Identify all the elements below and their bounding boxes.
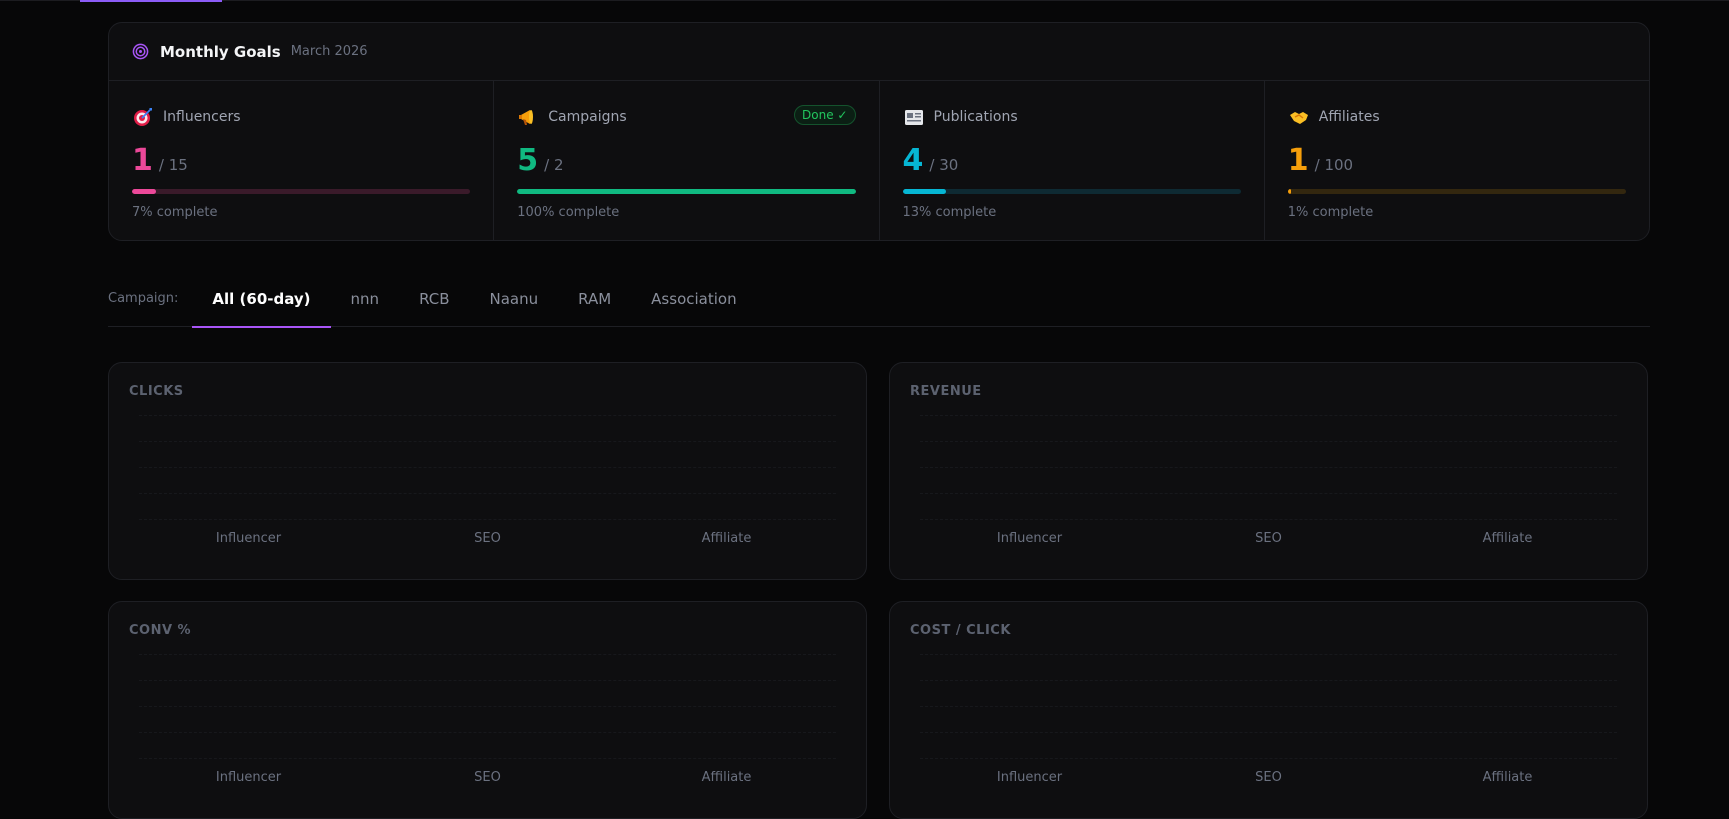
chart-gridline — [139, 441, 836, 442]
chart-gridline — [139, 654, 836, 655]
goal-target-value: / 100 — [1314, 156, 1354, 174]
chart-gridline — [920, 441, 1617, 442]
chart-gridline — [920, 758, 1617, 759]
campaign-tabs: Campaign: All (60-day) nnn RCB Naanu RAM… — [108, 271, 1650, 328]
tab-all-60-day[interactable]: All (60-day) — [192, 271, 331, 328]
chart-gridline — [920, 732, 1617, 733]
x-axis-label: Affiliate — [701, 531, 752, 546]
revenue-chart-card: REVENUE Influencer SEO Affiliate — [889, 362, 1648, 580]
monthly-goals-card: Monthly Goals March 2026 Influencers 1 /… — [108, 22, 1650, 241]
campaign-label: Campaign: — [108, 291, 179, 306]
dashboard-content: Monthly Goals March 2026 Influencers 1 /… — [108, 22, 1650, 819]
goal-label: Publications — [933, 109, 1018, 125]
x-axis-label: Influencer — [215, 531, 282, 546]
goal-current-value: 1 — [132, 143, 153, 178]
goal-progress-fill — [132, 189, 156, 194]
goal-progress-fill — [1287, 189, 1292, 194]
chart-gridline — [139, 493, 836, 494]
goal-progress-bar — [132, 189, 471, 194]
goal-label: Affiliates — [1318, 109, 1380, 125]
cost-per-click-chart-card: COST / CLICK Influencer SEO Affiliate — [889, 601, 1648, 819]
x-axis-label: Influencer — [996, 531, 1063, 546]
nav-active-indicator — [80, 0, 222, 2]
tab-ram[interactable]: RAM — [558, 271, 631, 327]
clicks-chart-card: CLICKS Influencer SEO Affiliate — [108, 362, 867, 580]
x-axis-label: Affiliate — [1482, 531, 1533, 546]
goal-label: Campaigns — [548, 109, 627, 125]
goal-progress-bar — [902, 189, 1241, 194]
conv-percent-chart-card: CONV % Influencer SEO Affiliate — [108, 601, 867, 819]
goal-progress-bar — [517, 189, 856, 194]
goal-label: Influencers — [163, 109, 241, 125]
handshake-icon — [1289, 112, 1308, 124]
chart-gridline — [139, 415, 836, 416]
chart-gridline — [920, 415, 1617, 416]
chart-gridline — [139, 732, 836, 733]
done-badge: Done ✓ — [794, 105, 856, 125]
goal-target-value: / 15 — [158, 156, 188, 174]
chart-gridline — [920, 680, 1617, 681]
tab-nnn[interactable]: nnn — [331, 271, 400, 327]
goals-title: Monthly Goals — [160, 42, 281, 61]
goal-complete-text: 13% complete — [902, 205, 997, 220]
goal-current-value: 4 — [902, 143, 924, 178]
x-axis-label: SEO — [1255, 531, 1282, 546]
chart-gridline — [920, 654, 1617, 655]
goals-date: March 2026 — [290, 44, 368, 59]
chart-gridline — [139, 467, 836, 468]
goal-influencers: Influencers 1 / 15 7% complete — [109, 81, 493, 240]
metric-title: CLICKS — [129, 384, 184, 399]
goal-complete-text: 7% complete — [132, 205, 218, 220]
chart-gridline — [139, 706, 836, 707]
goal-target-value: / 30 — [929, 156, 959, 174]
chart-gridline — [139, 680, 836, 681]
goal-publications: Publications 4 / 30 13% complete — [878, 81, 1264, 240]
goal-progress-fill — [517, 189, 856, 194]
goals-row: Influencers 1 / 15 7% complete Campaigns… — [109, 81, 1649, 240]
chart-gridline — [920, 706, 1617, 707]
dart-target-icon — [134, 108, 152, 126]
metrics-grid: CLICKS Influencer SEO Affiliate REVENUE … — [108, 362, 1650, 819]
goal-target-value: / 2 — [544, 156, 564, 174]
chart-gridline — [139, 519, 836, 520]
tab-rcb[interactable]: RCB — [399, 271, 469, 327]
goal-progress-fill — [902, 189, 947, 194]
goal-affiliates: Affiliates 1 / 100 1% complete — [1263, 81, 1649, 240]
goal-progress-bar — [1287, 189, 1626, 194]
tab-naanu[interactable]: Naanu — [470, 271, 559, 327]
chart-gridline — [139, 758, 836, 759]
chart-gridline — [920, 493, 1617, 494]
chart-gridline — [920, 467, 1617, 468]
goal-campaigns: Campaigns Done ✓ 5 / 2 100% complete — [493, 81, 878, 240]
x-axis-label: SEO — [474, 531, 501, 546]
chart-gridline — [920, 519, 1617, 520]
goal-current-value: 5 — [517, 143, 539, 178]
metric-title: CONV % — [129, 623, 192, 638]
megaphone-icon — [519, 110, 534, 125]
newspaper-icon — [904, 110, 923, 125]
goal-current-value: 1 — [1287, 143, 1309, 178]
metric-title: COST / CLICK — [910, 623, 1011, 638]
monthly-goals-header: Monthly Goals March 2026 — [109, 23, 1649, 81]
target-icon — [132, 43, 149, 60]
goal-complete-text: 1% complete — [1287, 205, 1374, 220]
tab-association[interactable]: Association — [631, 271, 756, 327]
goal-complete-text: 100% complete — [517, 205, 620, 220]
metric-title: REVENUE — [910, 384, 982, 399]
top-divider — [0, 0, 1729, 1]
